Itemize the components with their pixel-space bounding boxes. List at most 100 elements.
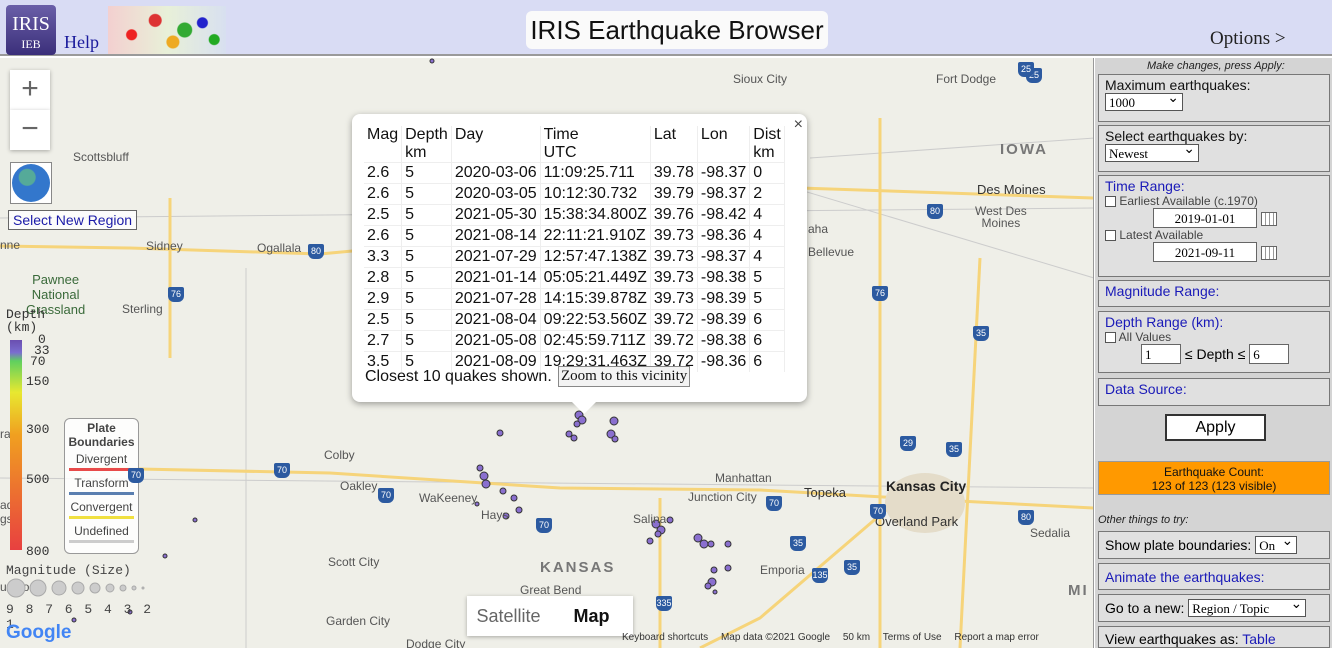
quake-table-cell: 05:05:21.449Z — [540, 267, 651, 289]
depth-color-bar — [10, 340, 22, 550]
plate-boundaries-select[interactable]: On — [1255, 533, 1298, 554]
quake-table-row[interactable]: 2.5 5 2021-08-04 09:22:53.560Z 39.72 -98.39 6 — [364, 309, 785, 331]
calendar-icon[interactable] — [1261, 212, 1277, 227]
highway-shield-icon: 335 — [656, 596, 672, 611]
quake-table-cell: -98.36 — [697, 351, 751, 372]
view-table-link[interactable]: Table — [1242, 631, 1275, 647]
time-range-box: Time Range: Earliest Available (c.1970) … — [1098, 175, 1330, 277]
global-map-thumbnail[interactable] — [108, 6, 226, 54]
depth-min-input[interactable]: 1 — [1141, 344, 1181, 364]
select-new-region-button[interactable]: Select New Region — [8, 210, 138, 230]
depth-max-input[interactable]: 6 — [1249, 344, 1290, 364]
depth-legend-title: Depth (km) — [6, 307, 46, 335]
calendar-icon[interactable] — [1261, 246, 1277, 261]
magnitude-range-box: Magnitude Range: — [1098, 280, 1330, 307]
quake-table-row[interactable]: 3.3 5 2021-07-29 12:57:47.138Z 39.73 -98.37 4 — [364, 246, 785, 268]
quake-table-cell: 5 — [401, 246, 452, 268]
quake-table-cell: 10:12:30.732 — [540, 183, 651, 205]
plate-boundaries-box: Show plate boundaries: On — [1098, 531, 1330, 559]
latest-label: Latest Available — [1119, 228, 1204, 242]
quake-table-header-cell: Mag — [364, 126, 403, 163]
quake-table-cell: -98.37 — [697, 183, 751, 205]
quake-table-row[interactable]: 2.6 5 2020-03-06 11:09:25.711 39.78 -98.37 0 — [364, 162, 785, 184]
quake-table-row[interactable]: 2.9 5 2021-07-28 14:15:39.878Z 39.73 -98.39 5 — [364, 288, 785, 310]
map-label-salina: Salina — [633, 512, 667, 526]
time-range-link[interactable]: Time Range: — [1105, 178, 1323, 194]
quake-table-cell: 22:11:21.910Z — [540, 225, 651, 247]
earliest-checkbox[interactable] — [1105, 196, 1116, 208]
quake-table-cell: 4 — [749, 246, 785, 268]
goto-label: Go to a new: — [1105, 600, 1185, 616]
map-label-overland-park: Overland Park — [875, 514, 959, 529]
quake-table-cell: 2.5 — [364, 204, 403, 226]
quake-table-row[interactable]: 2.6 5 2020-03-05 10:12:30.732 39.79 -98.37 2 — [364, 183, 785, 205]
select-by-box: Select earthquakes by: Newest — [1098, 125, 1330, 172]
quake-table-cell: 0 — [749, 162, 785, 184]
zoom-to-vicinity-button[interactable]: Zoom to this vicinity — [558, 366, 691, 387]
quake-table: Mag Depth km Day Time UTC Lat Lon Dist km 2.6 5… — [364, 126, 785, 372]
zoom-out-button[interactable]: − — [10, 110, 50, 150]
quake-table-cell: 39.73 — [650, 267, 698, 289]
iris-logo[interactable]: IRIS IEB — [6, 5, 56, 55]
zoom-in-button[interactable]: + — [10, 70, 50, 110]
goto-box: Go to a new: Region / Topic — [1098, 594, 1330, 622]
quake-table-row[interactable]: 2.8 5 2021-01-14 05:05:21.449Z 39.73 -98.38 5 — [364, 267, 785, 289]
quake-table-cell: -98.38 — [697, 330, 751, 352]
map-canvas[interactable]: Sioux City Fort Dodge IOWA Des Moines We… — [0, 58, 1094, 648]
highway-shield-icon: 70 — [870, 504, 886, 519]
quake-table-cell: 14:15:39.878Z — [540, 288, 651, 310]
end-date-input[interactable]: 2021-09-11 — [1153, 242, 1257, 262]
options-toggle[interactable]: Options > — [1210, 28, 1286, 50]
highway-shield-icon: 70 — [536, 518, 552, 533]
quake-table-cell: 4 — [749, 204, 785, 226]
report-error-link[interactable]: Report a map error — [954, 632, 1038, 643]
close-icon[interactable]: × — [794, 116, 803, 134]
map-label-ogallala: Ogallala — [257, 241, 302, 255]
quake-table-row[interactable]: 2.7 5 2021-05-08 02:45:59.711Z 39.72 -98.38 6 — [364, 330, 785, 352]
keyboard-shortcuts-link[interactable]: Keyboard shortcuts — [622, 632, 708, 643]
animate-link[interactable]: Animate the earthquakes: — [1105, 569, 1265, 585]
depth-tick: 70 — [30, 354, 46, 369]
map-label-bellevue: Bellevue — [808, 245, 855, 259]
map-label-partial-mo: MI — [1068, 582, 1089, 599]
map-label-oakley: Oakley — [340, 479, 378, 493]
goto-select[interactable]: Region / Topic — [1188, 596, 1307, 617]
highway-shield-icon: 80 — [927, 204, 943, 219]
scale-bar[interactable]: 50 km — [843, 632, 870, 643]
plate-legend-title: Plate Boundaries — [68, 421, 135, 449]
help-link[interactable]: Help — [64, 32, 99, 53]
quake-table-row[interactable]: 2.6 5 2021-08-14 22:11:21.910Z 39.73 -98.36 4 — [364, 225, 785, 247]
latest-checkbox[interactable] — [1105, 230, 1116, 242]
max-earthquakes-select[interactable]: 1000 — [1105, 90, 1183, 111]
depth-range-link[interactable]: Depth Range (km): — [1105, 314, 1323, 330]
map-label-colby: Colby — [324, 448, 355, 462]
quake-table-cell: 5 — [401, 183, 452, 205]
map-label-manhattan: Manhattan — [715, 471, 772, 485]
quake-table-cell: 2.5 — [364, 309, 403, 331]
quake-table-body: 2.6 5 2020-03-06 11:09:25.711 39.78 -98.37 0 2.… — [364, 162, 785, 372]
plate-legend-convergent: Convergent — [65, 497, 138, 521]
map-label-sidney: Sidney — [146, 239, 183, 253]
highway-shield-icon: 70 — [766, 496, 782, 511]
satellite-button[interactable]: Satellite — [467, 596, 550, 636]
terms-link[interactable]: Terms of Use — [883, 632, 942, 643]
quake-table-row[interactable]: 2.5 5 2021-05-30 15:38:34.800Z 39.76 -98.42 4 — [364, 204, 785, 226]
quake-table-cell: 2020-03-05 — [451, 183, 541, 205]
logo-subtext: IEB — [21, 37, 41, 51]
max-earthquakes-label: Maximum earthquakes: — [1105, 77, 1251, 93]
logo-text: IRIS — [12, 13, 50, 35]
magnitude-range-link[interactable]: Magnitude Range: — [1105, 283, 1323, 299]
globe-icon[interactable] — [10, 162, 52, 204]
all-values-checkbox[interactable] — [1105, 332, 1116, 344]
quake-table-cell: 39.78 — [650, 162, 698, 184]
map-label-sterling: Sterling — [122, 302, 163, 316]
apply-button[interactable]: Apply — [1165, 414, 1266, 441]
data-source-link[interactable]: Data Source: — [1105, 381, 1323, 397]
quake-table-header-cell: Time UTC — [540, 126, 651, 163]
highway-shield-icon: 70 — [378, 488, 394, 503]
page-title: IRIS Earthquake Browser — [526, 11, 828, 49]
map-label-dodge-city: Dodge City — [406, 637, 466, 648]
select-by-select[interactable]: Newest — [1105, 141, 1199, 162]
map-button[interactable]: Map — [550, 596, 633, 636]
start-date-input[interactable]: 2019-01-01 — [1153, 208, 1257, 228]
